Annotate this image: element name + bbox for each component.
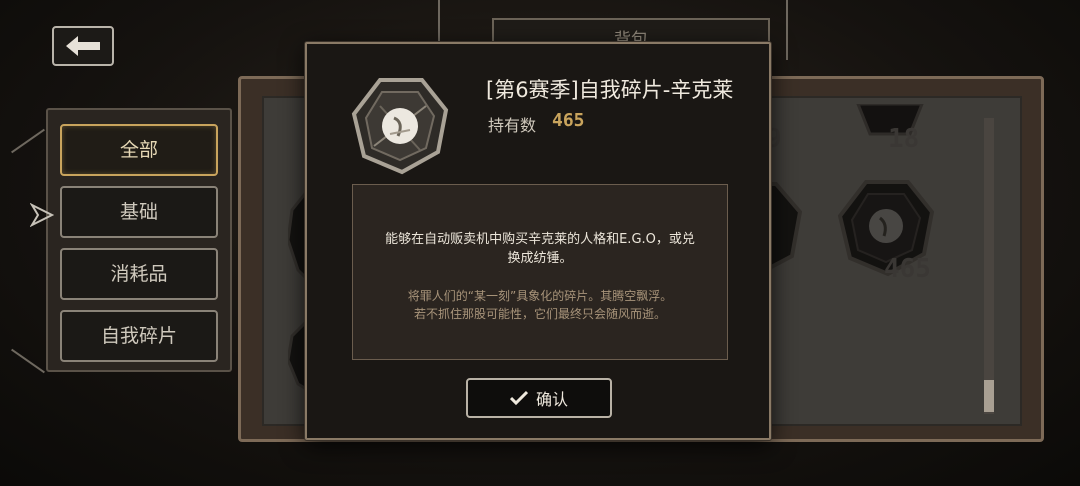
back-button[interactable]: [52, 26, 114, 66]
category-consumables[interactable]: 消耗品: [60, 248, 218, 300]
flavor-line: 若不抓住那股可能性，它们最终只会随风而逝。: [413, 307, 666, 321]
decor-wire: [786, 0, 788, 60]
scrollbar-thumb[interactable]: [984, 380, 994, 412]
description-box: [352, 184, 728, 360]
item-flavor-text: 将罪人们的“某一刻”具象化的碎片。其腾空飘浮。 若不抓住那股可能性，它们最终只会…: [362, 287, 718, 323]
flavor-line: 将罪人们的“某一刻”具象化的碎片。其腾空飘浮。: [407, 289, 673, 303]
checkmark-icon: [509, 390, 528, 406]
category-basic[interactable]: 基础: [60, 186, 218, 238]
description-line: 能够在自动贩卖机中购买辛克莱的人格和E.G.O，或兑: [385, 232, 695, 247]
decor-wire: [11, 348, 45, 374]
confirm-label: 确认: [535, 390, 568, 409]
ego-shard-icon: [351, 78, 449, 175]
decor-wire: [11, 128, 45, 154]
confirm-button[interactable]: 确认: [466, 378, 612, 418]
owned-count-value: 465: [552, 110, 585, 131]
category-ego-shards[interactable]: 自我碎片: [60, 310, 218, 362]
cursor-pointer-icon: [30, 203, 54, 227]
owned-count-label: 持有数: [488, 116, 537, 135]
scrollbar-track[interactable]: [984, 118, 994, 414]
category-all[interactable]: 全部: [60, 124, 218, 176]
item-title: [第6赛季]自我碎片-辛克莱: [486, 78, 734, 102]
back-arrow-icon: [66, 36, 100, 56]
description-line: 换成纺锤。: [507, 251, 573, 266]
item-description: 能够在自动贩卖机中购买辛克莱的人格和E.G.O，或兑 换成纺锤。: [362, 230, 718, 268]
category-sidebar: 全部 基础 消耗品 自我碎片: [46, 108, 232, 372]
